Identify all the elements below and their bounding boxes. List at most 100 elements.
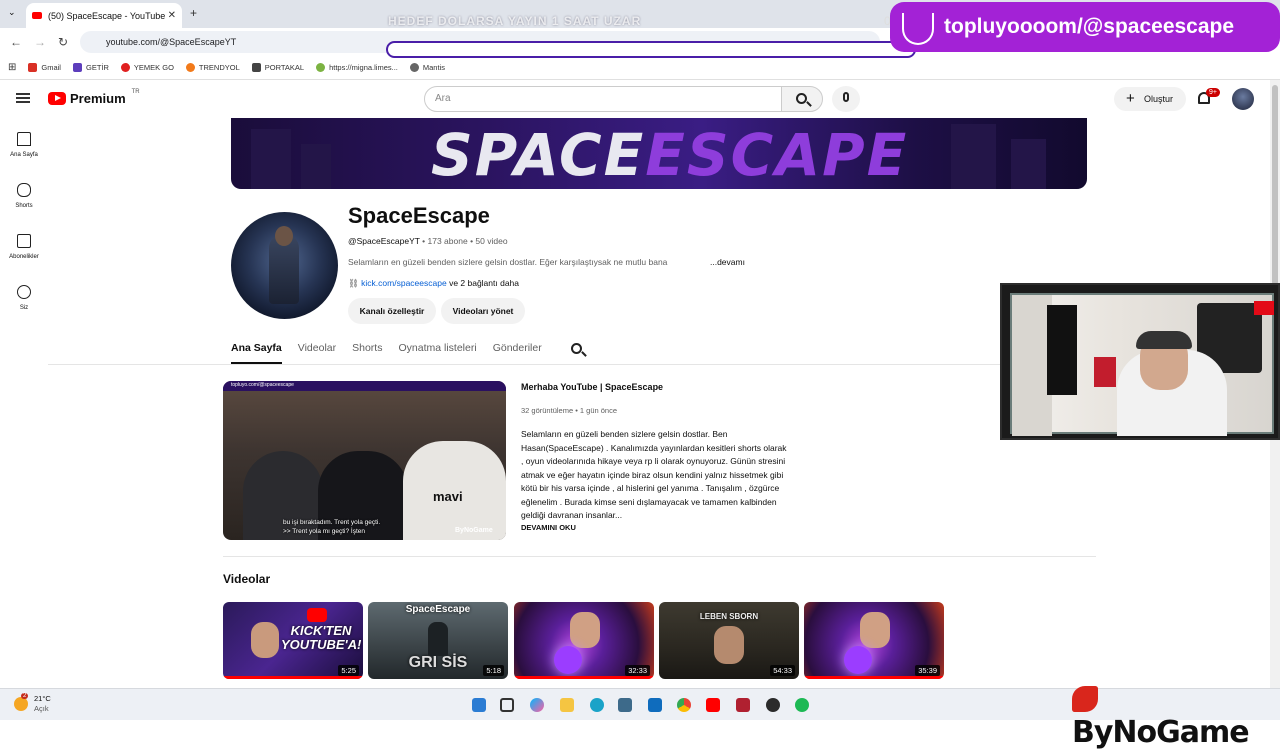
creator-face [570, 612, 600, 648]
page-scrollbar-thumb[interactable] [1272, 85, 1278, 285]
task-view-icon[interactable] [500, 698, 514, 712]
hamburger-menu-icon[interactable] [16, 93, 30, 103]
thumb-brand: ByNoGame [455, 527, 493, 534]
read-more-button[interactable]: DEVAMINI OKU [521, 523, 576, 532]
edge-browser-icon[interactable] [590, 698, 604, 712]
bookmark-trendyol[interactable]: TRENDYOL [185, 63, 240, 72]
create-button[interactable]: + Oluştur [1114, 87, 1186, 111]
avatar-head [275, 226, 293, 246]
video-card[interactable]: SpaceEscape GRİ SİS 5:18 [368, 602, 508, 679]
search-button[interactable] [781, 86, 823, 112]
new-tab-button[interactable]: + [190, 6, 197, 20]
nav-subscriptions[interactable]: Abonelikler [0, 234, 48, 260]
video-duration: 54:33 [770, 665, 795, 676]
youtube-play-icon [48, 92, 66, 105]
youtube-header: Premium TR Ara + Oluştur 9+ [0, 80, 1270, 118]
youtube-logo-icon [307, 608, 327, 622]
start-windows-icon[interactable] [472, 698, 486, 712]
featured-video-thumbnail[interactable]: topluyo.com/@spaceescape mavi bu işi bır… [223, 381, 506, 540]
video-card[interactable]: KICK'TEN YOUTUBE'A! 5:25 [223, 602, 363, 679]
trendyol-icon [185, 63, 195, 72]
stream-goal-marquee: HEDEF DOLARSA YAYIN 1 SAAT UZAR [388, 14, 642, 28]
webcam-scene [1010, 293, 1274, 436]
manage-videos-button[interactable]: Videoları yönet [441, 298, 525, 324]
youtube-icon[interactable] [706, 698, 720, 712]
weather-sun-icon: 2 [14, 693, 29, 711]
channel-search-icon[interactable] [571, 343, 582, 354]
nav-shorts[interactable]: Shorts [0, 183, 48, 209]
back-icon[interactable]: ← [10, 35, 22, 49]
bookmark-mantis[interactable]: Mantis [409, 63, 445, 72]
user-circle-icon [17, 285, 31, 299]
apps-grid-icon[interactable]: ⊞ [8, 62, 16, 73]
nav-you[interactable]: Siz [0, 285, 48, 311]
reload-icon[interactable]: ↻ [58, 35, 68, 49]
browser-tab[interactable]: (50) SpaceEscape - YouTube ✕ [26, 3, 182, 28]
chrome-icon[interactable] [677, 698, 691, 712]
nav-home[interactable]: Ana Sayfa [0, 132, 48, 158]
getir-icon [72, 63, 82, 72]
thumb-overlay-link: topluyo.com/@spaceescape [231, 382, 294, 388]
creator-face [251, 622, 279, 658]
forward-icon[interactable]: → [34, 35, 46, 49]
bookmark-yemekgo[interactable]: YEMEK GO [120, 63, 174, 72]
tab-playlists[interactable]: Oynatma listeleri [398, 342, 476, 364]
channel-avatar[interactable] [231, 212, 338, 319]
featured-video-meta: 32 görüntüleme • 1 gün önce [521, 406, 618, 415]
watch-progress [223, 676, 363, 679]
banner-building [1011, 139, 1046, 189]
video-card[interactable]: LEBEN SBORN 54:33 [659, 602, 799, 679]
turkish-flag-icon [1254, 301, 1274, 315]
tab-list-chevron-icon[interactable]: ⌄ [8, 7, 16, 18]
video-card[interactable]: 32:33 [514, 602, 654, 679]
obs-icon[interactable] [766, 698, 780, 712]
youtube-premium-logo[interactable]: Premium TR [48, 88, 140, 106]
file-explorer-icon[interactable] [560, 698, 574, 712]
person-left [243, 451, 323, 540]
description-more-link[interactable]: ...devamı [710, 257, 745, 267]
copilot-icon[interactable] [530, 698, 544, 712]
account-avatar[interactable] [1232, 88, 1254, 110]
streamer-webcam [1000, 283, 1280, 440]
migna-icon [316, 63, 326, 72]
streamer-cap [1136, 331, 1192, 349]
calculator-icon[interactable] [618, 698, 632, 712]
more-links[interactable]: ve 2 bağlantı daha [449, 278, 519, 288]
customize-channel-button[interactable]: Kanalı özelleştir [348, 298, 436, 324]
tab-videos[interactable]: Videolar [298, 342, 336, 364]
bookmark-migna[interactable]: https://migna.limes... [316, 63, 398, 72]
videos-section-heading[interactable]: Videolar [223, 572, 270, 586]
caption-line-2: >> Trent yola mı geçti? İşten [283, 528, 366, 535]
soldier-figure [428, 622, 448, 656]
featured-video-title[interactable]: Merhaba YouTube | SpaceEscape [521, 382, 663, 392]
channel-name: SpaceEscape [348, 203, 490, 228]
creator-face [714, 626, 744, 664]
bookmark-gmail[interactable]: Gmail [28, 63, 61, 72]
tab-shorts[interactable]: Shorts [352, 342, 382, 364]
close-tab-icon[interactable]: ✕ [168, 10, 176, 21]
game-app-icon[interactable] [736, 698, 750, 712]
region-code: TR [131, 88, 140, 95]
url-text: youtube.com/@SpaceEscapeYT [106, 37, 237, 47]
weather-widget[interactable]: 2 21°C Açık [14, 693, 51, 714]
tab-home[interactable]: Ana Sayfa [231, 342, 282, 364]
featured-video-description: Selamların en güzeli benden sizlere gels… [521, 429, 787, 520]
subscriber-count: 173 abone [427, 236, 468, 246]
kick-link[interactable]: kick.com/spaceescape [361, 278, 447, 288]
video-count: 50 video [475, 236, 508, 246]
video-card[interactable]: 35:39 [804, 602, 944, 679]
channel-description: Selamların en güzeli benden sizlere gels… [348, 257, 668, 267]
bynogame-watermark: ByNoGame [1072, 680, 1280, 750]
outlook-icon[interactable] [648, 698, 662, 712]
thumb-title: LEBEN SBORN [699, 612, 759, 621]
link-icon: ⛓ [348, 278, 359, 288]
search-input[interactable]: Ara [424, 86, 782, 112]
spotify-icon[interactable] [795, 698, 809, 712]
voice-search-button[interactable] [832, 86, 860, 112]
banner-building [251, 129, 291, 189]
logo-text: Premium [70, 91, 126, 106]
bookmark-portakal[interactable]: PORTAKAL [251, 63, 304, 72]
bookmark-getir[interactable]: GETİR [72, 63, 109, 72]
dark-doorway [1047, 305, 1077, 395]
tab-posts[interactable]: Gönderiler [493, 342, 542, 364]
